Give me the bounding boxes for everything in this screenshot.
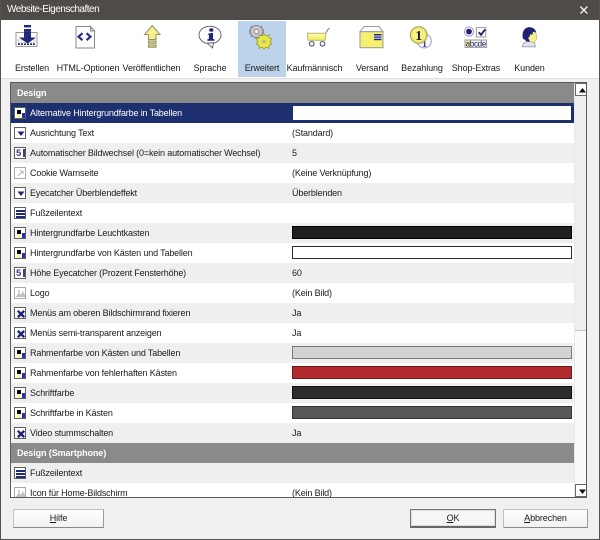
svg-text:1: 1	[415, 28, 422, 43]
svg-text:abcde: abcde	[466, 39, 487, 48]
